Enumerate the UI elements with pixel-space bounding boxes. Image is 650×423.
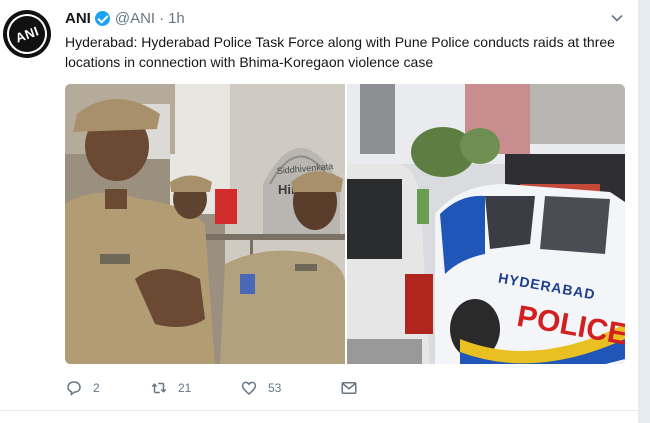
direct-message-button[interactable] (340, 379, 370, 397)
author-handle[interactable]: @ANI (115, 10, 155, 27)
reply-icon (67, 381, 81, 396)
tweet-header: ANI @ANI · 1h (65, 8, 185, 28)
retweet-button[interactable]: 21 (150, 379, 240, 397)
retweet-count: 21 (178, 381, 192, 395)
left-photo: Siddhivenkata Hima S (65, 84, 345, 364)
right-photo: HYDERABAD POLICE (347, 84, 625, 364)
avatar-text: ANI (13, 22, 41, 46)
tweet-text: Hyderabad: Hyderabad Police Task Force a… (65, 34, 615, 70)
tweet-actions: 2 21 53 (65, 378, 370, 398)
ani-logo: ANI (3, 10, 51, 58)
like-button[interactable]: 53 (240, 379, 340, 397)
tweet-media[interactable]: Siddhivenkata Hima S (65, 84, 625, 364)
separator: · (159, 9, 165, 27)
avatar[interactable]: ANI (3, 10, 51, 58)
retweet-icon (151, 382, 167, 394)
tweet-card[interactable]: ANI ANI @ANI · 1h Hyderabad: Hyderabad P… (0, 0, 638, 423)
reply-count: 2 (93, 381, 100, 395)
media-photos: Siddhivenkata Hima S (65, 84, 625, 364)
verified-badge-icon (94, 10, 110, 26)
timestamp[interactable]: 1h (168, 10, 185, 27)
chevron-down-icon[interactable] (611, 12, 623, 24)
reply-button[interactable]: 2 (65, 379, 150, 397)
heart-icon (241, 381, 257, 395)
like-count: 53 (268, 381, 282, 395)
scrollbar[interactable] (638, 0, 650, 423)
author-name[interactable]: ANI (65, 10, 91, 27)
envelope-icon (341, 382, 357, 394)
divider (0, 410, 638, 411)
